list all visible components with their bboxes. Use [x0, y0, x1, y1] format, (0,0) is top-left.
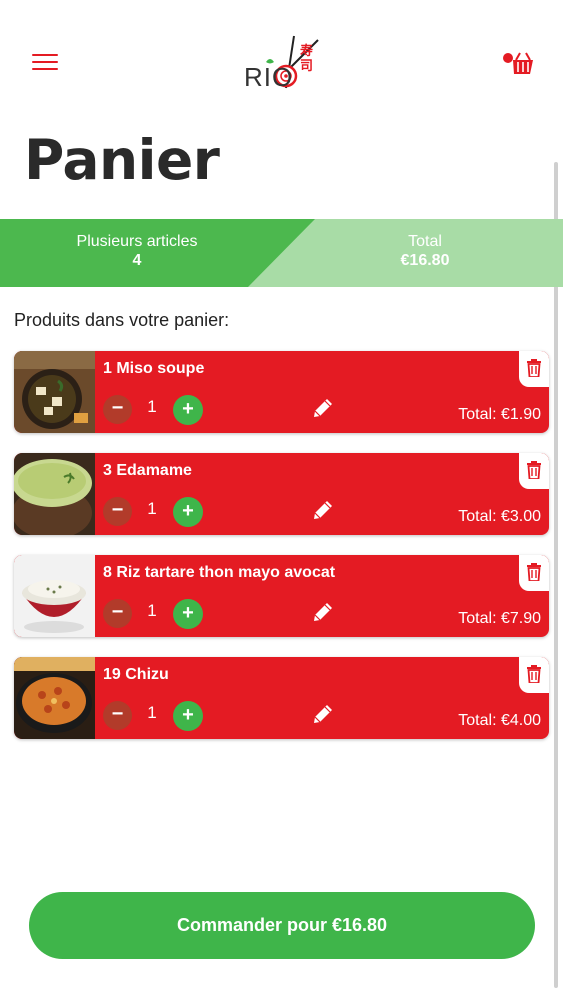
summary-items-label: Plusieurs articles: [76, 233, 198, 250]
quantity-value: 1: [147, 397, 157, 416]
quantity-value: 1: [147, 601, 157, 620]
summary-items-value: 4: [132, 252, 142, 269]
checkout-button[interactable]: Commander pour €16.80: [29, 892, 535, 959]
edit-pencil-icon[interactable]: [310, 395, 336, 421]
summary-total: Total €16.80: [325, 233, 525, 270]
trash-icon[interactable]: [519, 657, 549, 693]
trash-icon[interactable]: [519, 453, 549, 489]
trash-icon[interactable]: [519, 351, 549, 387]
cart-summary-banner: Plusieurs articles 4 Total €16.80: [0, 219, 563, 287]
summary-items: Plusieurs articles 4: [37, 233, 237, 270]
shopping-basket-icon[interactable]: [500, 50, 536, 78]
edit-pencil-icon[interactable]: [310, 599, 336, 625]
quantity-increase-button[interactable]: +: [173, 599, 203, 629]
quantity-decrease-button[interactable]: −: [103, 395, 132, 424]
summary-total-value: €16.80: [400, 252, 450, 269]
page-title: Panier: [24, 128, 220, 192]
quantity-decrease-button[interactable]: −: [103, 599, 132, 628]
logo-glyphs: 寿司: [300, 44, 314, 74]
item-name: 1 Miso soupe: [103, 360, 205, 377]
hamburger-menu-icon[interactable]: [32, 54, 58, 72]
quantity-increase-button[interactable]: +: [173, 497, 203, 527]
cheese-dish-image: [14, 657, 95, 739]
edit-pencil-icon[interactable]: [310, 701, 336, 727]
section-label: Produits dans votre panier:: [14, 310, 230, 330]
quantity-decrease-button[interactable]: −: [103, 497, 132, 526]
app-header: RIO 寿司: [0, 0, 563, 120]
cart-item: 8 Riz tartare thon mayo avocat − 1 + Tot…: [14, 555, 549, 637]
green-soup-image: [14, 453, 95, 535]
quantity-decrease-button[interactable]: −: [103, 701, 132, 730]
edit-pencil-icon[interactable]: [310, 497, 336, 523]
quantity-value: 1: [147, 499, 157, 518]
miso-soup-image: [14, 351, 95, 433]
logo-text: RIO: [244, 62, 294, 92]
quantity-increase-button[interactable]: +: [173, 395, 203, 425]
rice-bowl-image: [14, 555, 95, 637]
item-total: Total: €7.90: [458, 610, 541, 627]
item-total: Total: €4.00: [458, 712, 541, 729]
item-total: Total: €1.90: [458, 406, 541, 423]
restaurant-logo: RIO 寿司: [244, 34, 324, 94]
trash-icon[interactable]: [519, 555, 549, 591]
cart-item: 19 Chizu − 1 + Total: €4.00: [14, 657, 549, 739]
item-name: 3 Edamame: [103, 462, 192, 479]
summary-total-label: Total: [408, 233, 442, 250]
item-name: 8 Riz tartare thon mayo avocat: [103, 564, 336, 581]
quantity-value: 1: [147, 703, 157, 722]
cart-item: 3 Edamame − 1 + Total: €3.00: [14, 453, 549, 535]
quantity-increase-button[interactable]: +: [173, 701, 203, 731]
item-name: 19 Chizu: [103, 666, 169, 683]
cart-item: 1 Miso soupe − 1 + Total: €1.90: [14, 351, 549, 433]
item-total: Total: €3.00: [458, 508, 541, 525]
